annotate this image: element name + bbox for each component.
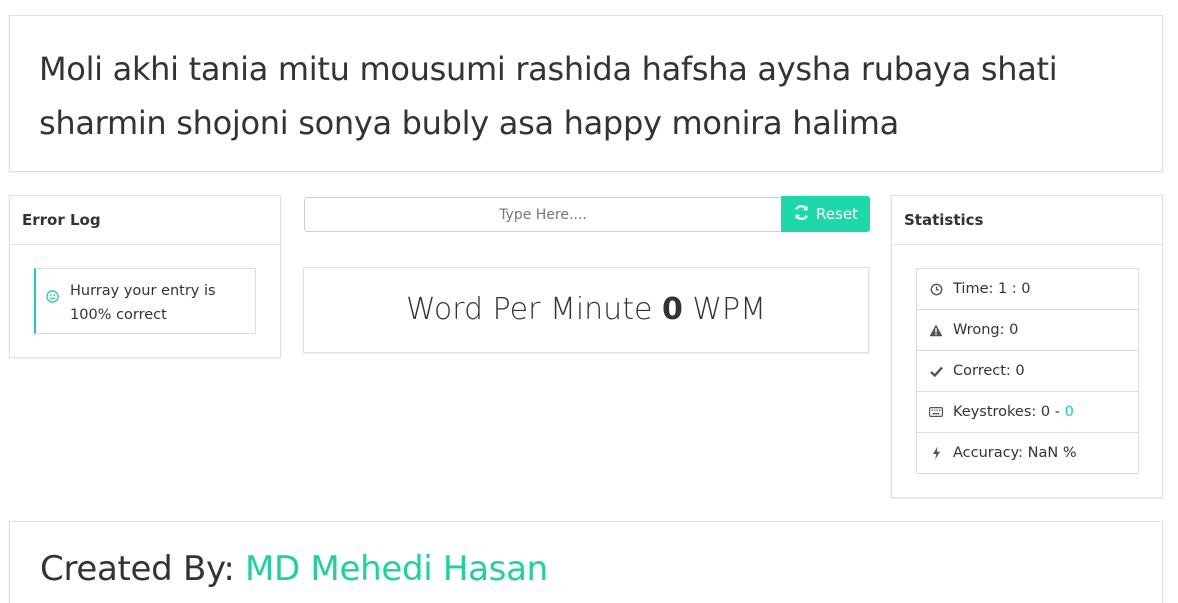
bolt-icon: [929, 446, 943, 460]
target-text-panel: Moli akhi tania mitu mousumi rashida haf…: [9, 15, 1163, 172]
smile-icon: [46, 290, 59, 307]
typing-input[interactable]: [304, 197, 782, 232]
stat-accuracy: Accuracy: NaN %: [917, 433, 1138, 473]
error-log-panel: Error Log Hurray your entry is 100% corr…: [9, 195, 281, 358]
keyboard-icon: [929, 405, 943, 419]
credit-panel: Created By: MD Mehedi Hasan: [9, 521, 1163, 603]
refresh-icon: [793, 204, 810, 225]
stat-wrong: Wrong: 0: [917, 310, 1138, 351]
wpm-value: 0: [661, 292, 683, 327]
error-log-title: Error Log: [10, 196, 280, 245]
check-icon: [929, 364, 943, 378]
stat-time: Time: 1 : 0: [917, 269, 1138, 310]
stat-keystrokes-text: Keystrokes: 0 -: [953, 404, 1065, 420]
reset-label: Reset: [816, 205, 858, 223]
statistics-title: Statistics: [892, 196, 1162, 245]
stat-wrong-text: Wrong: 0: [953, 322, 1019, 338]
reset-button[interactable]: Reset: [781, 196, 870, 232]
wpm-suffix: WPM: [692, 292, 767, 327]
statistics-panel: Statistics Time: 1 : 0 Wrong: 0 Correct:…: [891, 195, 1163, 498]
credit-line: Created By: MD Mehedi Hasan: [40, 549, 548, 589]
wpm-display: Word Per Minute 0 WPM: [304, 292, 868, 327]
stat-correct-text: Correct: 0: [953, 363, 1025, 379]
credit-prefix: Created By:: [40, 549, 245, 589]
author-name: MD Mehedi Hasan: [245, 549, 548, 589]
statistics-list: Time: 1 : 0 Wrong: 0 Correct: 0 Keystrok…: [916, 268, 1139, 474]
error-log-message-box: Hurray your entry is 100% correct: [34, 268, 256, 334]
clock-icon: [929, 282, 943, 296]
stat-time-text: Time: 1 : 0: [953, 281, 1031, 297]
wpm-panel: Word Per Minute 0 WPM: [303, 267, 869, 353]
target-text: Moli akhi tania mitu mousumi rashida haf…: [39, 50, 1058, 142]
error-log-message: Hurray your entry is 100% correct: [70, 283, 216, 323]
warning-icon: [929, 323, 943, 337]
stat-keystrokes: Keystrokes: 0 - 0: [917, 392, 1138, 433]
wpm-prefix: Word Per Minute: [405, 292, 653, 327]
stat-keystrokes-accent: 0: [1064, 404, 1074, 420]
stat-correct: Correct: 0: [917, 351, 1138, 392]
stat-accuracy-text: Accuracy: NaN %: [953, 445, 1077, 461]
